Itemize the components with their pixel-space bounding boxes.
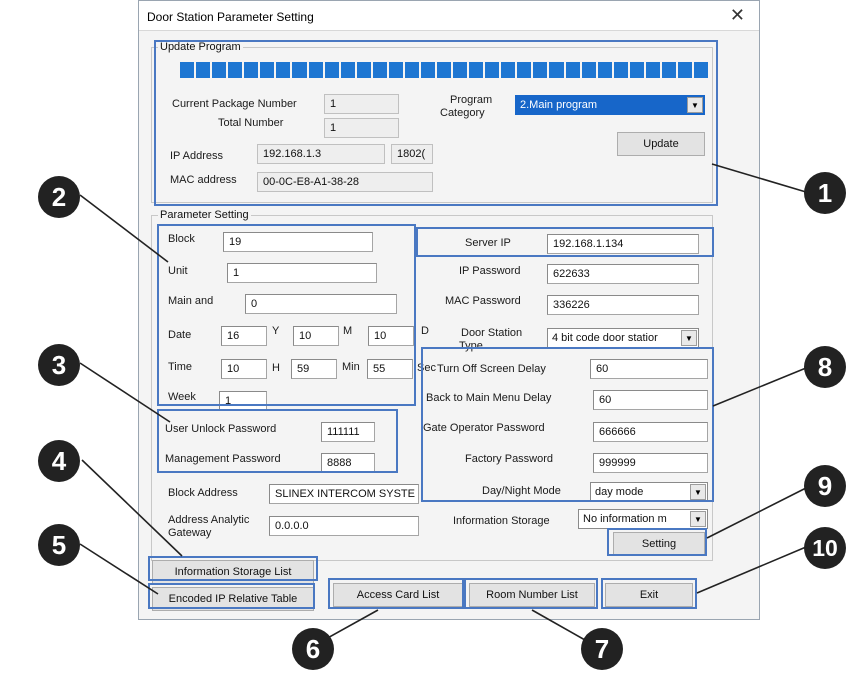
callout-badge-5: 5	[38, 524, 80, 566]
callout-badge-7: 7	[581, 628, 623, 670]
callout-badge-9: 9	[804, 465, 846, 507]
callout-badge-10: 10	[804, 527, 846, 569]
callout-badge-3: 3	[38, 344, 80, 386]
callout-leader-lines	[79, 163, 807, 641]
callout-badge-2: 2	[38, 176, 80, 218]
callout-badge-8: 8	[804, 346, 846, 388]
callout-badge-1: 1	[804, 172, 846, 214]
callout-badge-6: 6	[292, 628, 334, 670]
callout-badge-4: 4	[38, 440, 80, 482]
